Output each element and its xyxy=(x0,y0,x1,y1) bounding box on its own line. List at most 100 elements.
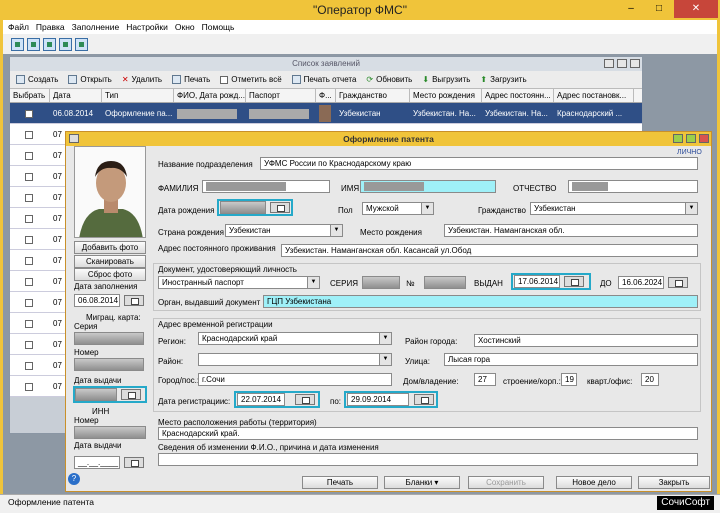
birth-country-select[interactable]: Узбекистан xyxy=(225,224,343,237)
maximize-button[interactable]: □ xyxy=(646,0,672,18)
row-checkbox[interactable] xyxy=(25,361,33,370)
save-button[interactable]: Сохранить xyxy=(468,476,544,489)
street-field[interactable]: Лысая гора xyxy=(444,353,698,366)
forms-button[interactable]: Бланки ▾ xyxy=(384,476,460,489)
new-icon[interactable] xyxy=(11,37,24,51)
col-address[interactable]: Адрес постоянн... xyxy=(482,89,554,102)
row-checkbox[interactable] xyxy=(25,109,33,118)
district-select[interactable] xyxy=(198,353,392,366)
row-checkbox[interactable] xyxy=(25,382,33,391)
row-checkbox[interactable] xyxy=(25,256,33,265)
row-checkbox[interactable] xyxy=(25,151,33,160)
open-button[interactable]: Открыть xyxy=(68,75,112,84)
menu-help[interactable]: Помощь xyxy=(202,22,235,32)
row-checkbox[interactable] xyxy=(25,214,33,223)
col-date[interactable]: Дата xyxy=(50,89,102,102)
close-button[interactable]: ✕ xyxy=(674,0,718,18)
print-button[interactable]: Печать xyxy=(302,476,378,489)
refresh-button[interactable]: ⟳ Обновить xyxy=(366,75,412,84)
flat-field[interactable]: 20 xyxy=(641,373,659,386)
col-photo[interactable]: Ф... xyxy=(316,89,336,102)
calendar-icon[interactable] xyxy=(564,276,584,287)
row-checkbox[interactable] xyxy=(25,319,33,328)
calendar-icon[interactable] xyxy=(124,295,144,306)
migr-number-field[interactable] xyxy=(74,358,144,371)
delete-button[interactable]: ✕ Удалить xyxy=(122,75,162,84)
patronymic-field[interactable] xyxy=(568,180,698,193)
migr-series-field[interactable] xyxy=(74,332,144,345)
address-field[interactable]: Узбекистан. Наманганская обл. Касансай у… xyxy=(281,244,698,257)
col-select[interactable]: Выбрать xyxy=(10,89,50,102)
sex-select[interactable]: Мужской xyxy=(362,202,434,215)
dialog-maximize-icon[interactable] xyxy=(686,134,696,143)
migr-issue-date-field[interactable] xyxy=(75,388,117,401)
doc-type-select[interactable]: Иностранный паспорт xyxy=(158,276,320,289)
inn-date-field[interactable]: __.__.____ xyxy=(74,456,120,469)
list-maximize-icon[interactable] xyxy=(617,59,627,68)
row-checkbox[interactable] xyxy=(25,340,33,349)
calendar-icon[interactable] xyxy=(414,394,434,405)
add-photo-button[interactable]: Добавить фото xyxy=(74,241,146,254)
minimize-button[interactable]: – xyxy=(618,0,644,18)
house-field[interactable]: 27 xyxy=(474,373,496,386)
surname-field[interactable] xyxy=(202,180,330,193)
row-checkbox[interactable] xyxy=(25,193,33,202)
export-button[interactable]: ⬇ Выгрузить xyxy=(422,75,470,84)
birth-place-field[interactable]: Узбекистан. Наманганская обл. xyxy=(444,224,698,237)
city-field[interactable]: г.Сочи xyxy=(198,373,392,386)
col-reg-address[interactable]: Адрес постановк... xyxy=(554,89,634,102)
to-date-field[interactable]: 16.06.2024 xyxy=(618,276,664,289)
close-dialog-button[interactable]: Закрыть xyxy=(638,476,710,489)
col-passport[interactable]: Паспорт xyxy=(246,89,316,102)
building-field[interactable]: 19 xyxy=(561,373,577,386)
issued-date-field[interactable]: 17.06.2014 xyxy=(514,275,560,288)
row-checkbox[interactable] xyxy=(25,298,33,307)
list-close-icon[interactable] xyxy=(630,59,640,68)
authority-field[interactable]: ГЦП Узбекистана xyxy=(263,295,698,308)
list-minimize-icon[interactable] xyxy=(604,59,614,68)
row-checkbox[interactable] xyxy=(25,235,33,244)
city-district-field[interactable]: Хостинский xyxy=(474,334,698,347)
region-select[interactable]: Краснодарский край xyxy=(198,332,392,345)
fill-date-field[interactable]: 06.08.2014 xyxy=(74,294,120,307)
dept-field[interactable]: УФМС России по Краснодарскому краю xyxy=(260,157,698,170)
select-all-button[interactable]: Отметить всё xyxy=(220,75,282,84)
save-all-icon[interactable] xyxy=(59,37,72,51)
help-icon[interactable]: ? xyxy=(68,473,80,485)
calendar-icon[interactable] xyxy=(124,457,144,468)
import-button[interactable]: ⬆ Загрузить xyxy=(480,75,526,84)
dialog-menu-icon[interactable] xyxy=(69,134,79,143)
print-list-button[interactable]: Печать xyxy=(172,75,210,84)
calendar-icon[interactable] xyxy=(270,202,290,213)
name-field[interactable] xyxy=(360,180,496,193)
print-report-button[interactable]: Печать отчета xyxy=(291,75,356,84)
menu-edit[interactable]: Правка xyxy=(36,22,65,32)
doc-series-field[interactable] xyxy=(362,276,400,289)
row-checkbox[interactable] xyxy=(25,172,33,181)
col-fio[interactable]: ФИО, Дата рожд... xyxy=(174,89,246,102)
row-checkbox[interactable] xyxy=(25,277,33,286)
col-type[interactable]: Тип xyxy=(102,89,174,102)
row-checkbox[interactable] xyxy=(25,130,33,139)
work-field[interactable]: Краснодарский край. xyxy=(158,427,698,440)
menu-window[interactable]: Окно xyxy=(175,22,195,32)
reset-photo-button[interactable]: Сброс фото xyxy=(74,268,146,281)
changes-field[interactable] xyxy=(158,453,698,466)
save-icon[interactable] xyxy=(43,37,56,51)
create-button[interactable]: Создать xyxy=(16,75,58,84)
birth-date-field[interactable] xyxy=(220,201,266,214)
citizenship-select[interactable]: Узбекистан xyxy=(530,202,698,215)
edit-icon[interactable] xyxy=(27,37,40,51)
menu-fill[interactable]: Заполнение xyxy=(72,22,120,32)
menu-file[interactable]: Файл xyxy=(8,22,29,32)
scan-button[interactable]: Сканировать xyxy=(74,255,146,268)
table-row[interactable]: 06.08.2014 Оформление па... Узбекистан У… xyxy=(10,103,642,124)
menu-settings[interactable]: Настройки xyxy=(126,22,168,32)
dialog-minimize-icon[interactable] xyxy=(673,134,683,143)
till-date-field[interactable]: 29.09.2014 xyxy=(347,393,409,406)
dialog-close-icon[interactable] xyxy=(699,134,709,143)
col-citizenship[interactable]: Гражданство xyxy=(336,89,410,102)
from-date-field[interactable]: 22.07.2014 xyxy=(237,393,285,406)
new-case-button[interactable]: Новое дело xyxy=(556,476,632,489)
doc-number-field[interactable] xyxy=(424,276,466,289)
